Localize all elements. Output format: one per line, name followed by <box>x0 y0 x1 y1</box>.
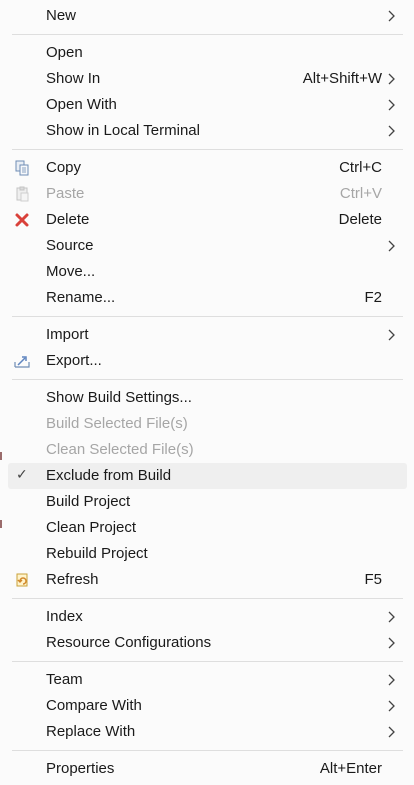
menu-item-label: Replace With <box>46 723 136 740</box>
menu-item-label: Source <box>46 237 94 254</box>
menu-item-label: Properties <box>46 760 115 777</box>
menu-item-shortcut: Ctrl+C <box>339 159 382 176</box>
submenu-arrow-icon <box>388 700 395 712</box>
menu-item-open[interactable]: Open <box>8 40 407 66</box>
checkmark-icon: ✓ <box>16 467 28 483</box>
menu-item-label: Paste <box>46 185 85 202</box>
menu-item-compare-with[interactable]: Compare With <box>8 693 407 719</box>
menu-item-label: Delete <box>46 211 90 228</box>
menu-item-build-project[interactable]: Build Project <box>8 489 407 515</box>
menu-item-label: Export... <box>46 352 102 369</box>
background-window-edge <box>0 452 2 460</box>
menu-item-shortcut: Ctrl+V <box>339 185 382 202</box>
menu-item-label: Index <box>46 608 83 625</box>
submenu-arrow-icon <box>388 10 395 22</box>
menu-separator <box>12 750 403 751</box>
menu-item-replace-with[interactable]: Replace With <box>8 719 407 745</box>
menu-item-label: Build Project <box>46 493 131 510</box>
menu-item-delete[interactable]: Delete Delete <box>8 207 407 233</box>
menu-item-source[interactable]: Source <box>8 233 407 259</box>
menu-item-show-in[interactable]: Show In Alt+Shift+W <box>8 66 407 92</box>
menu-item-label: Open With <box>46 96 117 113</box>
context-menu: New Open Show In Alt+Shift+W Open With S… <box>0 0 414 785</box>
menu-item-shortcut: F5 <box>364 571 382 588</box>
background-window-edge <box>0 520 2 528</box>
menu-item-label: Show In <box>46 70 101 87</box>
menu-item-label: Show in Local Terminal <box>46 122 200 139</box>
menu-item-index[interactable]: Index <box>8 604 407 630</box>
submenu-arrow-icon <box>388 637 395 649</box>
menu-item-label: Refresh <box>46 571 99 588</box>
delete-icon <box>14 212 30 228</box>
menu-item-shortcut: Delete <box>338 211 382 228</box>
menu-item-label: Team <box>46 671 83 688</box>
menu-item-label: Clean Selected File(s) <box>46 441 194 458</box>
export-icon <box>14 353 30 369</box>
menu-item-label: Resource Configurations <box>46 634 212 651</box>
menu-separator <box>12 34 403 35</box>
menu-item-rebuild-project[interactable]: Rebuild Project <box>8 541 407 567</box>
copy-icon <box>14 160 30 176</box>
menu-separator <box>12 316 403 317</box>
menu-item-resource-configurations[interactable]: Resource Configurations <box>8 630 407 656</box>
menu-item-build-selected-files[interactable]: Build Selected File(s) <box>8 411 407 437</box>
menu-separator <box>12 661 403 662</box>
menu-item-rename[interactable]: Rename... F2 <box>8 285 407 311</box>
menu-item-refresh[interactable]: Refresh F5 <box>8 567 407 593</box>
menu-item-label: Exclude from Build <box>46 467 172 484</box>
menu-item-show-build-settings[interactable]: Show Build Settings... <box>8 385 407 411</box>
menu-item-label: Show Build Settings... <box>46 389 192 406</box>
menu-separator <box>12 379 403 380</box>
menu-item-paste[interactable]: Paste Ctrl+V <box>8 181 407 207</box>
submenu-arrow-icon <box>388 329 395 341</box>
menu-item-shortcut: Alt+Shift+W <box>302 70 382 87</box>
menu-item-label: Rename... <box>46 289 116 306</box>
submenu-arrow-icon <box>388 240 395 252</box>
menu-item-clean-selected-files[interactable]: Clean Selected File(s) <box>8 437 407 463</box>
menu-item-export[interactable]: Export... <box>8 348 407 374</box>
submenu-arrow-icon <box>388 99 395 111</box>
menu-item-label: Compare With <box>46 697 142 714</box>
submenu-arrow-icon <box>388 125 395 137</box>
menu-item-team[interactable]: Team <box>8 667 407 693</box>
paste-icon <box>14 186 30 202</box>
menu-item-import[interactable]: Import <box>8 322 407 348</box>
menu-item-label: Open <box>46 44 83 61</box>
submenu-arrow-icon <box>388 674 395 686</box>
menu-item-label: Move... <box>46 263 96 280</box>
menu-item-open-with[interactable]: Open With <box>8 92 407 118</box>
menu-item-label: Rebuild Project <box>46 545 148 562</box>
submenu-arrow-icon <box>388 611 395 623</box>
menu-item-label: Import <box>46 326 89 343</box>
menu-item-label: Build Selected File(s) <box>46 415 188 432</box>
menu-item-copy[interactable]: Copy Ctrl+C <box>8 155 407 181</box>
menu-item-label: Clean Project <box>46 519 137 536</box>
menu-separator <box>12 149 403 150</box>
submenu-arrow-icon <box>388 726 395 738</box>
refresh-icon <box>14 572 30 588</box>
menu-item-properties[interactable]: Properties Alt+Enter <box>8 756 407 782</box>
menu-item-shortcut: Alt+Enter <box>319 760 382 777</box>
menu-item-show-in-local-terminal[interactable]: Show in Local Terminal <box>8 118 407 144</box>
menu-item-exclude-from-build[interactable]: ✓ Exclude from Build <box>8 463 407 489</box>
menu-item-label: Copy <box>46 159 82 176</box>
submenu-arrow-icon <box>388 73 395 85</box>
menu-item-move[interactable]: Move... <box>8 259 407 285</box>
menu-item-clean-project[interactable]: Clean Project <box>8 515 407 541</box>
menu-item-shortcut: F2 <box>364 289 382 306</box>
menu-item-label: New <box>46 7 77 24</box>
menu-item-new[interactable]: New <box>8 3 407 29</box>
menu-separator <box>12 598 403 599</box>
